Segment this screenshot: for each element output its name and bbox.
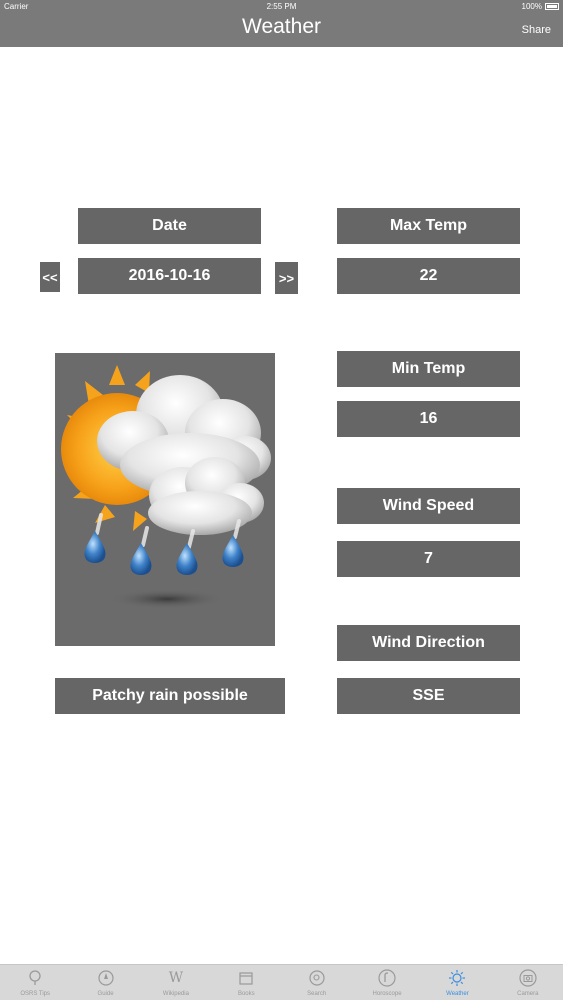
wind-direction-value: SSE bbox=[337, 678, 520, 714]
tab-search[interactable]: Search bbox=[282, 965, 352, 1000]
sun-icon bbox=[446, 967, 468, 989]
tab-label: Weather bbox=[446, 991, 469, 997]
max-temp-label: Max Temp bbox=[337, 208, 520, 244]
max-temp-value: 22 bbox=[337, 258, 520, 294]
tab-weather[interactable]: Weather bbox=[422, 965, 492, 1000]
condition-text: Patchy rain possible bbox=[55, 678, 285, 714]
tab-label: Books bbox=[237, 991, 255, 997]
tab-label: Search bbox=[307, 991, 327, 997]
previous-date-button[interactable]: << bbox=[40, 262, 60, 292]
compass-icon bbox=[95, 967, 117, 989]
share-button[interactable]: Share bbox=[522, 24, 551, 36]
wikipedia-icon: W bbox=[168, 970, 184, 986]
date-value: 2016-10-16 bbox=[78, 258, 261, 294]
search-icon bbox=[24, 967, 46, 989]
battery-percent: 100% bbox=[521, 2, 542, 11]
next-date-button[interactable]: >> bbox=[275, 262, 298, 294]
min-temp-label: Min Temp bbox=[337, 351, 520, 387]
calendar-icon bbox=[235, 967, 257, 989]
wind-speed-value: 7 bbox=[337, 541, 520, 577]
tab-guide[interactable]: Guide bbox=[70, 965, 140, 1000]
tab-horoscope[interactable]: Horoscope bbox=[352, 965, 422, 1000]
date-label: Date bbox=[78, 208, 261, 244]
tab-label: Guide bbox=[97, 991, 114, 997]
patchy-rain-icon bbox=[61, 365, 271, 609]
tab-books[interactable]: Books bbox=[211, 965, 281, 1000]
tab-label: OSRS Tips bbox=[20, 991, 51, 997]
tab-label: Camera bbox=[517, 991, 539, 997]
tab-osrs-tips[interactable]: OSRS Tips bbox=[0, 965, 70, 1000]
tab-label: Wikipedia bbox=[162, 991, 189, 997]
battery-indicator: 100% bbox=[522, 2, 559, 11]
tab-bar: OSRS Tips Guide W Wikipedia Books Search… bbox=[0, 964, 563, 1000]
camera-icon bbox=[517, 967, 539, 989]
search-circle-icon bbox=[306, 967, 328, 989]
nav-bar: Weather Share bbox=[0, 13, 563, 47]
status-time: 2:55 PM bbox=[266, 2, 297, 11]
min-temp-value: 16 bbox=[337, 401, 520, 437]
status-bar: Carrier 2:55 PM 100% bbox=[0, 0, 563, 13]
tab-camera[interactable]: Camera bbox=[493, 965, 563, 1000]
wind-speed-label: Wind Speed bbox=[337, 488, 520, 524]
battery-icon bbox=[545, 3, 559, 10]
page-title: Weather bbox=[242, 15, 321, 38]
tab-wikipedia[interactable]: W Wikipedia bbox=[141, 965, 211, 1000]
weather-condition-image bbox=[55, 353, 275, 646]
horoscope-icon bbox=[376, 967, 398, 989]
tab-label: Horoscope bbox=[372, 991, 402, 997]
wind-direction-label: Wind Direction bbox=[337, 625, 520, 661]
